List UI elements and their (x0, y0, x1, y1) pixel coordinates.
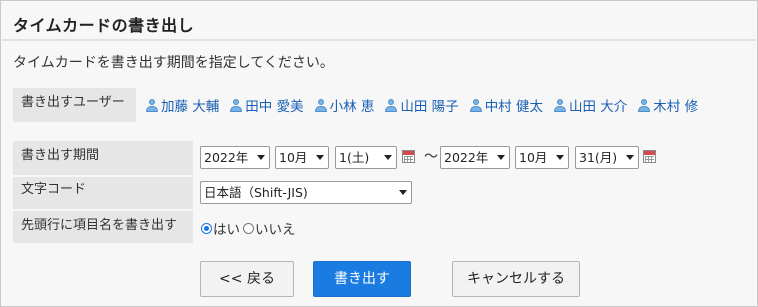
encoding-value: 日本語（Shift-JIS) (204, 185, 308, 200)
chevron-down-icon (626, 155, 634, 160)
user-list: 加藤 大輔 田中 愛美 小林 恵 山田 陽子 中村 健太 山田 大介 木村 修 (145, 95, 698, 115)
start-year-value: 2022年 (204, 150, 249, 165)
user-link[interactable]: 山田 陽子 (384, 95, 459, 115)
user-icon (314, 98, 328, 112)
start-year-select[interactable]: 2022年 (200, 146, 270, 169)
user-icon (553, 98, 567, 112)
encoding-label: 文字コード (13, 177, 193, 209)
range-separator: 〜 (424, 149, 438, 165)
user-link[interactable]: 田中 愛美 (229, 95, 304, 115)
radio-yes[interactable] (201, 222, 212, 234)
export-button[interactable]: 書き出す (313, 261, 411, 297)
user-icon (637, 98, 651, 112)
chevron-down-icon (556, 155, 564, 160)
chevron-down-icon (257, 155, 265, 160)
page-title: タイムカードの書き出し (13, 16, 195, 35)
user-icon (469, 98, 483, 112)
period-label: 書き出す期間 (13, 141, 193, 175)
start-month-select[interactable]: 10月 (275, 146, 329, 169)
user-link[interactable]: 中村 健太 (469, 95, 543, 115)
user-name: 小林 恵 (329, 99, 375, 115)
encoding-select[interactable]: 日本語（Shift-JIS) (200, 181, 412, 204)
start-day-select[interactable]: 1(土) (335, 146, 397, 169)
end-day-value: 31(月) (579, 150, 618, 165)
radio-no[interactable] (243, 222, 254, 234)
export-timecard-panel: タイムカードの書き出し タイムカードを書き出す期間を指定してください。 書き出す… (0, 0, 758, 307)
chevron-down-icon (497, 155, 505, 160)
cancel-button[interactable]: キャンセルする (452, 261, 580, 297)
user-link[interactable]: 木村 修 (637, 95, 698, 115)
end-year-select[interactable]: 2022年 (440, 146, 510, 169)
user-icon (145, 98, 159, 112)
back-button[interactable]: << 戻る (200, 261, 294, 297)
user-icon (384, 98, 398, 112)
end-month-select[interactable]: 10月 (515, 146, 569, 169)
users-label: 書き出すユーザー (13, 88, 136, 122)
user-name: 木村 修 (653, 99, 699, 115)
calendar-icon[interactable] (402, 150, 415, 163)
end-day-select[interactable]: 31(月) (575, 146, 639, 169)
user-link[interactable]: 小林 恵 (314, 95, 375, 115)
chevron-down-icon (399, 190, 407, 195)
header-row-radio-group: はい いいえ (201, 218, 299, 238)
user-name: 田中 愛美 (245, 99, 304, 115)
user-name: 加藤 大輔 (161, 99, 220, 115)
chevron-down-icon (384, 155, 392, 160)
user-name: 山田 陽子 (400, 99, 459, 115)
user-name: 中村 健太 (484, 99, 543, 115)
user-icon (229, 98, 243, 112)
user-link[interactable]: 加藤 大輔 (145, 95, 219, 115)
header-row-label: 先頭行に項目名を書き出す (13, 211, 193, 243)
page-description: タイムカードを書き出す期間を指定してください。 (13, 55, 334, 71)
user-link[interactable]: 山田 大介 (553, 95, 627, 115)
user-name: 山田 大介 (568, 99, 628, 115)
end-year-value: 2022年 (444, 150, 489, 165)
start-month-value: 10月 (279, 150, 308, 165)
chevron-down-icon (316, 155, 324, 160)
calendar-icon[interactable] (643, 150, 656, 163)
radio-no-label[interactable]: いいえ (255, 218, 296, 238)
end-month-value: 10月 (519, 150, 548, 165)
title-divider (2, 39, 756, 41)
start-day-value: 1(土) (339, 150, 370, 165)
radio-yes-label[interactable]: はい (213, 218, 240, 238)
